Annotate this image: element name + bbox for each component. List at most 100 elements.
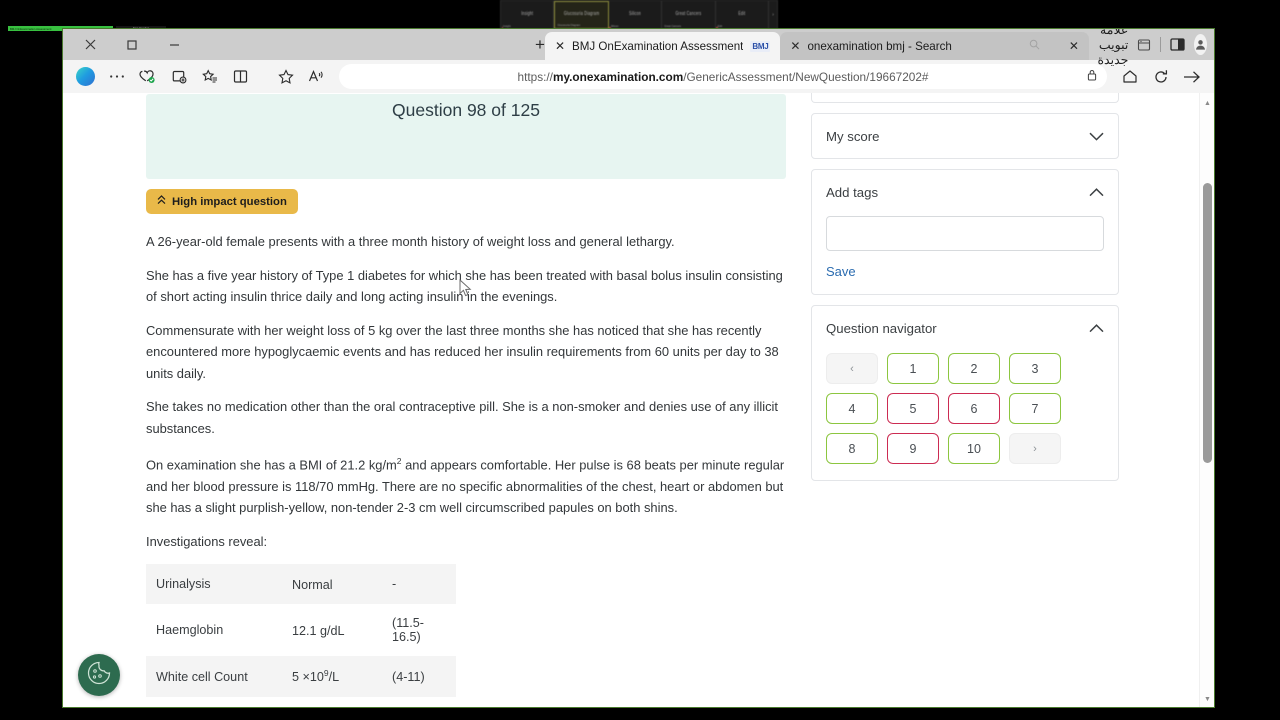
window-close-button[interactable] [69, 29, 111, 60]
chevron-up-icon[interactable] [1089, 187, 1104, 197]
panel-my-score[interactable]: My score [811, 113, 1119, 159]
nav-question-2[interactable]: 2 [948, 353, 1000, 384]
window-maximize-button[interactable] [111, 29, 153, 60]
panel-add-tags-header[interactable]: Add tags [812, 170, 1118, 214]
forward-icon[interactable] [1177, 64, 1206, 90]
tab-strip-right-actions: علامة تبويب جديدة [1089, 29, 1213, 67]
table-row: Haemglobin 12.1 g/dL (11.5-16.5) [146, 604, 456, 657]
question-navigator-grid: ‹ 1 2 3 4 5 6 7 8 9 10 › [812, 350, 1118, 480]
question-paragraph: She takes no medication other than the o… [146, 399, 779, 436]
tags-input-wrapper[interactable] [826, 216, 1104, 251]
scroll-up-arrow-icon[interactable]: ▲ [1200, 95, 1214, 111]
collections-add-icon[interactable] [164, 64, 193, 90]
scrollbar-thumb[interactable] [1203, 183, 1212, 463]
browser-window: + ✕ BMJ OnExamination Assessment BMJ ✕ o… [62, 28, 1215, 708]
new-tab-button[interactable]: + [535, 29, 545, 60]
read-aloud-icon[interactable] [302, 64, 331, 90]
recorder-cell[interactable]: Edit Edit [716, 1, 770, 29]
question-paragraph: Commensurate with her weight loss of 5 k… [146, 322, 779, 381]
nav-question-7[interactable]: 7 [1009, 393, 1061, 424]
address-bar[interactable]: https://my.onexamination.com/GenericAsse… [339, 64, 1107, 89]
nav-question-8[interactable]: 8 [826, 433, 878, 464]
nav-question-10[interactable]: 10 [948, 433, 1000, 464]
recorder-cell-title: Insight [521, 10, 534, 17]
new-tab-label-arabic[interactable]: علامة تبويب جديدة [1089, 29, 1128, 67]
recorder-cell-title: Silicon [629, 10, 642, 17]
recorder-cell[interactable]: Great Cancers Great Cancers [662, 1, 716, 29]
window-minimize-button[interactable] [153, 29, 195, 60]
table-row: Urinalysis Normal - [146, 564, 456, 605]
tab-strip: + ✕ BMJ OnExamination Assessment BMJ ✕ o… [63, 29, 1214, 67]
nav-question-3[interactable]: 3 [1009, 353, 1061, 384]
table-cell-range: (4-11) [392, 669, 425, 684]
table-cell-value: 5 ×109/L [292, 668, 340, 685]
tab-close-icon-secondary[interactable]: ✕ [1069, 40, 1079, 52]
panel-title: Question navigator [826, 320, 937, 336]
browser-essentials-icon[interactable] [133, 64, 162, 90]
recorder-cell[interactable]: Insight Insight [501, 1, 555, 29]
nav-question-9[interactable]: 9 [887, 433, 939, 464]
mouse-cursor [459, 278, 472, 303]
home-icon[interactable] [1115, 64, 1144, 90]
recorder-cell-selected[interactable]: Glucosuria Diagram Glucosuria Diagram [554, 1, 609, 29]
split-screen-icon[interactable] [1170, 37, 1185, 52]
more-options-icon[interactable] [102, 64, 131, 90]
panel-question-navigator: Question navigator ‹ 1 2 3 4 5 6 7 8 9 1… [811, 305, 1119, 481]
question-paragraph: A 26-year-old female presents with a thr… [146, 234, 675, 249]
table-cell-range: (<11.1) [382, 697, 456, 707]
table-cell-value: 10.2 mmol/L [282, 697, 382, 707]
collections-icon[interactable] [1137, 38, 1151, 52]
nav-question-5[interactable]: 5 [887, 393, 939, 424]
table-cell-test: Haemglobin [156, 623, 224, 638]
status-badge-label: High impact question [172, 195, 287, 208]
chevron-up-icon[interactable] [1089, 323, 1104, 333]
table-cell-test: Random glucose [146, 697, 282, 707]
nav-next-button[interactable]: › [1009, 433, 1061, 464]
table-cell-value: 12.1 g/dL [292, 624, 345, 639]
page-viewport: Question 98 of 125 High impact question … [63, 93, 1214, 707]
recorder-cell-sub: Glucosuria Diagram [557, 24, 581, 27]
tab-bmj-onexamination[interactable]: ✕ BMJ OnExamination Assessment BMJ [544, 32, 781, 60]
browser-toolbar: https://my.onexamination.com/GenericAsse… [63, 60, 1214, 93]
add-favorite-icon[interactable] [271, 64, 300, 90]
tab-onexamination-search[interactable]: ✕ onexamination bmj - Search ✕ [780, 32, 1089, 60]
question-paragraph-examination: On examination she has a BMI of 21.2 kg/… [146, 451, 791, 519]
url-text: https://my.onexamination.com/GenericAsse… [517, 69, 929, 84]
status-badge-high-impact: High impact question [146, 189, 298, 214]
copilot-icon[interactable] [71, 64, 100, 90]
recorder-green-bar-label: BMJ OnExamination Assessment [10, 26, 52, 31]
refresh-icon[interactable] [1146, 64, 1175, 90]
nav-question-6[interactable]: 6 [948, 393, 1000, 424]
page-scrollbar[interactable]: ▲ ▼ [1199, 93, 1214, 707]
scroll-down-arrow-icon[interactable]: ▼ [1200, 691, 1214, 707]
tags-input[interactable] [827, 217, 1103, 250]
chevron-down-icon[interactable] [1089, 132, 1104, 141]
tab-title: BMJ OnExamination Assessment [572, 39, 744, 53]
site-permissions-icon[interactable] [1087, 68, 1097, 86]
tab-close-icon[interactable]: ✕ [555, 40, 565, 52]
favorites-list-icon[interactable] [195, 64, 224, 90]
recorder-cell-title: Edit [738, 10, 746, 17]
double-chevron-up-icon [157, 195, 166, 208]
panel-question-navigator-header[interactable]: Question navigator [812, 306, 1118, 350]
tab-close-icon[interactable]: ✕ [790, 40, 800, 52]
save-tags-link[interactable]: Save [812, 251, 1118, 294]
cookie-settings-button[interactable] [78, 654, 120, 696]
page-title: Question 98 of 125 [392, 100, 540, 120]
question-content: High impact question A 26-year-old femal… [146, 189, 791, 707]
table-row: Random glucose 10.2 mmol/L (<11.1) [146, 696, 456, 707]
nav-question-4[interactable]: 4 [826, 393, 878, 424]
question-header-card: Question 98 of 125 [146, 94, 786, 179]
recorder-cell[interactable]: Silicon Silicon [609, 1, 663, 29]
table-row: White cell Count 5 ×109/L (4-11) [146, 656, 456, 697]
nav-question-1[interactable]: 1 [887, 353, 939, 384]
search-icon [1029, 39, 1040, 53]
nav-prev-button[interactable]: ‹ [826, 353, 878, 384]
screen-recorder-overlay: Insight Insight Glucosuria Diagram Gluco… [500, 0, 778, 30]
profile-avatar-icon[interactable] [1193, 34, 1207, 55]
panel-my-score-header[interactable]: My score [812, 114, 1118, 158]
recorder-cell-title: Glucosuria Diagram [563, 10, 600, 17]
recorder-next-arrow-icon[interactable]: › [769, 1, 777, 29]
split-screen-icon[interactable] [226, 64, 255, 90]
table-cell-test: White cell Count [156, 669, 248, 684]
